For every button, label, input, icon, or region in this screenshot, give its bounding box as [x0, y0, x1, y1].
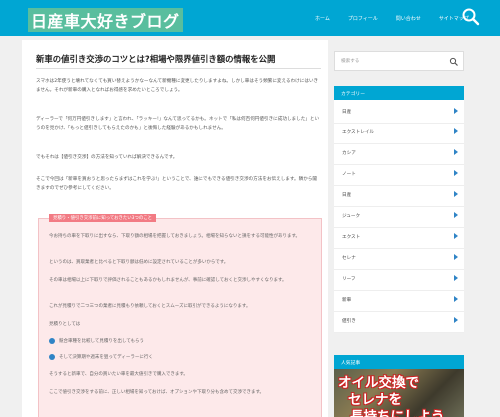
category-header: カテゴリー — [334, 86, 464, 100]
category-label: セレナ — [342, 256, 356, 261]
chevron-right-icon — [454, 233, 458, 239]
site-header: 日産車大好きブログ ホーム プロフィール 問い合わせ サイトマップ — [0, 0, 500, 36]
info-box-text: 今お持ちの車を下取りに出すなら、下取り額の相場を把握しておきましょう。相場を知ら… — [49, 234, 301, 239]
category-label: 値引き — [342, 319, 356, 324]
sidebar-search-input[interactable]: 検索する — [334, 51, 464, 71]
check-icon — [49, 338, 55, 344]
category-label: エクストレイル — [342, 130, 375, 135]
category-title: カテゴリー — [341, 92, 365, 97]
chevron-right-icon — [454, 149, 458, 155]
nav-item-contact[interactable]: 問い合わせ — [387, 15, 430, 22]
category-label: エクスト — [342, 235, 361, 240]
info-box: 見積り・値引き交渉前に知っておきたい3つのこと 今お持ちの車を下取りに出すなら、… — [38, 214, 322, 417]
info-box-text: 見積りとしては — [49, 322, 81, 327]
search-placeholder: 検索する — [341, 59, 360, 64]
site-title[interactable]: 日産車大好きブログ — [28, 8, 183, 32]
category-label: カシア — [342, 151, 356, 156]
nav-item-profile[interactable]: プロフィール — [339, 15, 387, 22]
info-box-text: その車は相場以上に下取りで評価されることもあるかもしれませんが、事前に確認してお… — [49, 278, 287, 283]
check-item: 競合車種を比較して見積りを出してもらう — [59, 339, 145, 344]
category-item[interactable]: 値引き — [334, 309, 464, 333]
category-label: ジューク — [342, 214, 361, 219]
category-label: 新車 — [342, 298, 352, 303]
check-item: そして決算期や週末を狙ってディーラーに行く — [59, 355, 153, 360]
chevron-right-icon — [454, 254, 458, 260]
chevron-right-icon — [454, 108, 458, 114]
info-box-text: というのは、買取業者と比べると下取り額は低めに設定されていることが多いからです。 — [49, 260, 229, 265]
chevron-right-icon — [454, 128, 458, 134]
title-divider — [36, 68, 321, 69]
thumbnail-caption: 長持ちにしよう — [350, 409, 445, 417]
category-label: リーフ — [342, 277, 356, 282]
article-paragraph: ディーラーで「何万円値引きします」と言われ、「ラッキー!」なんて思ってるかも。ネ… — [36, 117, 320, 131]
article-title: 新車の値引き交渉のコツとは?相場や限界値引き額の情報を公開 — [36, 54, 276, 64]
popular-header: 人気記事 — [334, 355, 464, 369]
chevron-right-icon — [454, 191, 458, 197]
chevron-right-icon — [454, 275, 458, 281]
check-icon — [49, 354, 55, 360]
info-box-label: 見積り・値引き交渉前に知っておきたい3つのこと — [49, 214, 157, 222]
category-label: ノート — [342, 172, 356, 177]
info-box-text: ここで値引き交渉をする前に、正しい相場を知っておけば、オプションや下取り分も含め… — [49, 390, 265, 395]
search-icon — [462, 8, 480, 26]
chevron-right-icon — [454, 317, 458, 323]
popular-post-thumbnail[interactable]: オイル交換で セレナを 長持ちにしよう — [334, 369, 464, 417]
chevron-right-icon — [454, 212, 458, 218]
category-label: 日産 — [342, 110, 352, 115]
category-list: 日産 エクストレイル カシア ノート 日産 ジューク エクスト セレナ リーフ … — [334, 100, 464, 333]
search-button[interactable] — [458, 4, 484, 30]
info-box-text: これが見積りで二つ三つの業者に見積もり依頼しておくとスムーズに取引ができるように… — [49, 304, 251, 309]
chevron-right-icon — [454, 296, 458, 302]
nav-item-home[interactable]: ホーム — [306, 15, 339, 22]
chevron-right-icon — [454, 170, 458, 176]
main-nav: ホーム プロフィール 問い合わせ サイトマップ — [306, 0, 478, 36]
popular-title: 人気記事 — [341, 361, 361, 366]
info-box-text: そうすると新車で、自分の買いたい車を最大値引きで購入できます。 — [49, 372, 188, 377]
article-paragraph: でもそれは【値引き交渉】の方法を知っていれば解決できるんです。 — [36, 155, 178, 160]
search-icon[interactable] — [449, 57, 459, 67]
article-paragraph: スマホは2年使うと壊れてなくても買い替えようかなーなんて新機種に変更したりします… — [36, 79, 319, 93]
article-paragraph: そこで今回は「新車を買おうと思ったらまずはこれを学ぶ!」ということで、誰にでもで… — [36, 177, 318, 191]
category-label: 日産 — [342, 193, 352, 198]
